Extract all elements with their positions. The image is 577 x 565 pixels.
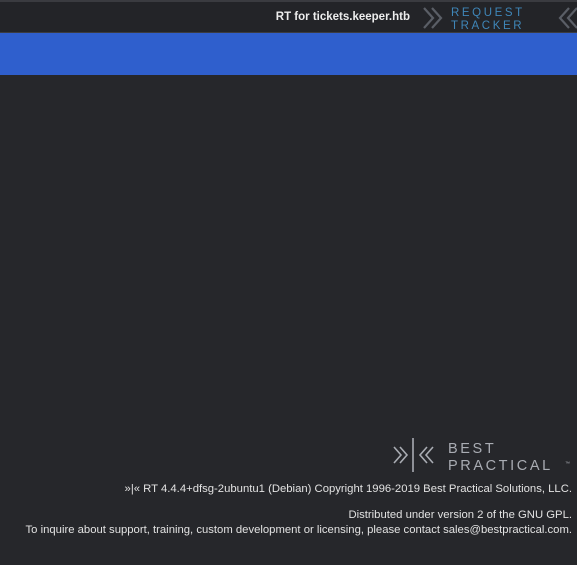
logo-text-request: REQUEST <box>451 7 525 19</box>
request-tracker-logo[interactable]: REQUEST TRACKER <box>423 5 577 31</box>
brand-text-best: BEST <box>448 441 496 457</box>
footer-license: Distributed under version 2 of the GNU G… <box>348 509 572 521</box>
main-menu-bar <box>0 33 577 75</box>
header-bar: RT for tickets.keeper.htb REQUEST TRACKE… <box>0 2 577 33</box>
best-practical-mark-icon <box>393 438 434 472</box>
logo-text-tracker: TRACKER <box>451 20 524 31</box>
best-practical-logo[interactable]: BEST PRACTICAL ™ <box>392 437 572 473</box>
footer-contact: To inquire about support, training, cust… <box>25 524 572 536</box>
site-title: RT for tickets.keeper.htb <box>275 11 410 23</box>
trademark-symbol: ™ <box>565 461 570 467</box>
brand-text-practical: PRACTICAL <box>448 458 553 473</box>
footer-version: »|« RT 4.4.4+dfsg-2ubuntu1 (Debian) Copy… <box>124 483 572 495</box>
